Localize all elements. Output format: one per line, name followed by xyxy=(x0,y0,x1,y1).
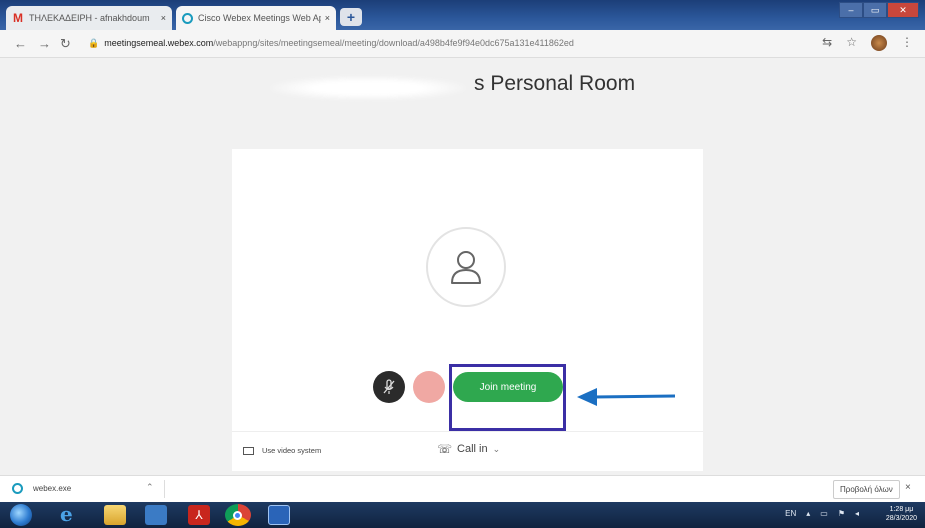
tab-label: Cisco Webex Meetings Web App xyxy=(198,13,321,23)
flag-icon[interactable]: ⚑ xyxy=(838,509,845,518)
address-bar: ← → ↻ 🔒 meetingsemeal.webex.com/webappng/… xyxy=(0,30,925,58)
url-host: meetingsemeal.webex.com xyxy=(104,38,214,48)
minimize-icon[interactable]: – xyxy=(839,2,863,18)
phone-icon: ☏ xyxy=(437,442,453,456)
reload-icon[interactable]: ↻ xyxy=(60,36,71,52)
chevron-up-icon[interactable]: ⌃ xyxy=(146,482,154,493)
divider xyxy=(164,480,165,498)
clock-time: 1:28 μμ xyxy=(889,506,914,513)
lock-icon: 🔒 xyxy=(88,38,100,48)
redacted-host-name xyxy=(270,76,466,100)
call-in-label: Call in xyxy=(457,443,488,455)
browser-tab-strip: M ΤΗΛΕΚΑΔΕΙΡΗ - afnakhdoum × Cisco Webex… xyxy=(0,0,925,30)
close-download-bar-icon[interactable]: × xyxy=(905,482,911,493)
media-player-icon[interactable] xyxy=(145,505,167,525)
tray-expand-icon[interactable]: ▴ xyxy=(806,509,810,518)
tab-gmail[interactable]: M ΤΗΛΕΚΑΔΕΙΡΗ - afnakhdoum × xyxy=(6,6,172,30)
show-all-button[interactable]: Προβολή όλων xyxy=(833,480,900,499)
tab-webex[interactable]: Cisco Webex Meetings Web App × xyxy=(176,6,336,30)
use-video-system-link[interactable]: Use video system xyxy=(243,446,321,455)
volume-icon[interactable]: ◂ xyxy=(855,509,859,518)
maximize-icon[interactable]: ▭ xyxy=(863,2,887,18)
clock[interactable]: 1:28 μμ 28/3/2020 xyxy=(886,505,917,523)
new-tab-button[interactable]: + xyxy=(340,8,362,26)
tab-close-icon[interactable]: × xyxy=(325,13,330,23)
chrome-icon[interactable] xyxy=(225,504,251,526)
bookmark-star-icon[interactable]: ☆ xyxy=(846,35,857,51)
chevron-down-icon: ⌄ xyxy=(492,443,501,454)
close-window-icon[interactable]: ✕ xyxy=(887,2,919,18)
video-system-label: Use video system xyxy=(262,446,322,455)
file-explorer-icon[interactable] xyxy=(104,505,126,525)
tab-label: ΤΗΛΕΚΑΔΕΙΡΗ - afnakhdoum xyxy=(29,13,150,23)
pdf-reader-icon[interactable]: ⅄ xyxy=(188,505,210,525)
forward-icon[interactable]: → xyxy=(38,36,51,51)
tab-close-icon[interactable]: × xyxy=(161,13,166,23)
avatar xyxy=(426,227,506,307)
system-tray: EN ▴ ▭ ⚑ ◂ xyxy=(785,509,859,518)
download-item[interactable]: webex.exe xyxy=(12,483,71,494)
card-footer: Use video system ☏ Call in ⌄ xyxy=(232,431,703,472)
window-controls: – ▭ ✕ xyxy=(839,2,919,18)
microphone-muted-icon xyxy=(383,379,395,394)
windows-taskbar: e ⅄ EN ▴ ▭ ⚑ ◂ 1:28 μμ 28/3/2020 xyxy=(0,502,925,528)
download-filename: webex.exe xyxy=(33,484,72,493)
stop-video-button[interactable] xyxy=(413,371,445,403)
start-button-icon[interactable] xyxy=(10,504,32,526)
menu-dots-icon[interactable]: ⋮ xyxy=(901,35,913,51)
back-icon[interactable]: ← xyxy=(14,36,27,51)
url-field[interactable]: 🔒 meetingsemeal.webex.com/webappng/sites/… xyxy=(88,38,574,49)
outlook-icon[interactable] xyxy=(268,505,290,525)
monitor-icon xyxy=(243,446,254,455)
address-bar-icons: ⇆ ☆ ⋮ xyxy=(822,35,913,51)
clock-date: 28/3/2020 xyxy=(885,515,917,522)
language-indicator[interactable]: EN xyxy=(785,509,796,518)
webex-icon xyxy=(182,12,193,24)
download-bar: webex.exe ⌃ Προβολή όλων × xyxy=(0,475,925,502)
webex-icon xyxy=(12,483,23,494)
translate-icon[interactable]: ⇆ xyxy=(822,35,832,51)
network-icon[interactable]: ▭ xyxy=(820,509,828,518)
mute-button[interactable] xyxy=(373,371,405,403)
internet-explorer-icon[interactable]: e xyxy=(60,502,82,526)
left-arrow-icon xyxy=(577,388,676,406)
url-path: /webappng/sites/meetingsemeal/meeting/do… xyxy=(213,38,574,48)
call-in-dropdown[interactable]: ☏ Call in ⌄ xyxy=(437,442,500,456)
page-title: s Personal Room xyxy=(474,72,636,95)
gmail-icon: M xyxy=(13,11,23,25)
user-icon xyxy=(451,251,481,284)
highlight-box xyxy=(449,364,566,431)
profile-avatar[interactable] xyxy=(871,35,887,51)
